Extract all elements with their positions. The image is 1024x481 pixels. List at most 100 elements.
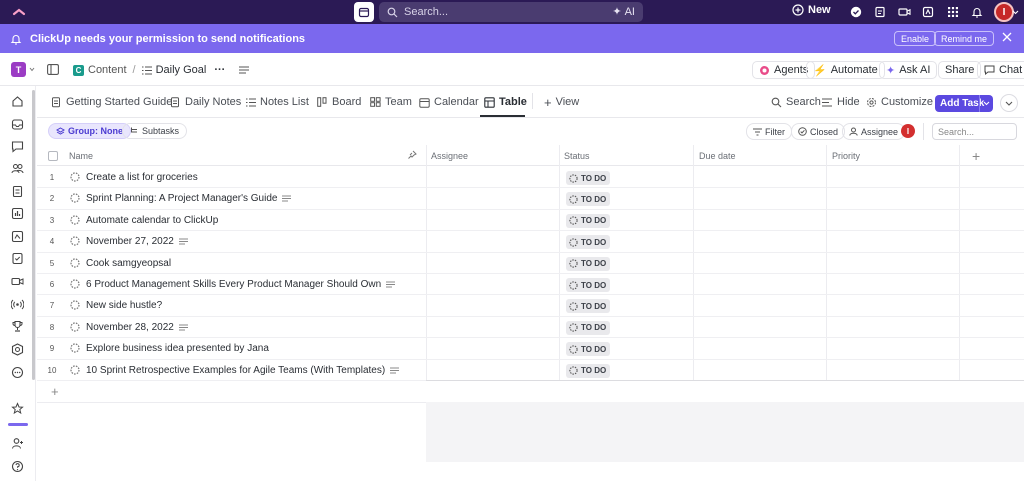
table-row[interactable]: 1 Create a list for groceries TO DO (37, 167, 1024, 189)
clips-icon[interactable] (11, 275, 25, 289)
global-search-input[interactable]: Search... ✦ AI (379, 2, 643, 22)
status-badge[interactable]: TO DO (566, 256, 611, 271)
tab-team[interactable]: Team (370, 96, 412, 108)
customize-button[interactable]: Customize (866, 96, 933, 108)
sidebar-scrollbar[interactable] (32, 90, 35, 380)
status-badge[interactable]: TO DO (566, 363, 611, 378)
assignee-button[interactable]: Assignee (842, 123, 906, 140)
status-circle-icon[interactable] (70, 364, 80, 375)
whiteboards-icon[interactable] (11, 230, 25, 244)
breadcrumb-list[interactable]: Daily Goal (156, 64, 207, 76)
task-name-text[interactable]: November 27, 2022 (86, 236, 174, 247)
column-header-priority[interactable]: Priority (832, 151, 860, 161)
tab-calendar[interactable]: Calendar (419, 96, 479, 108)
menu-lines-icon[interactable] (239, 66, 250, 74)
task-name[interactable]: Cook samgyeopsal (86, 258, 171, 269)
pulse-icon[interactable] (11, 298, 25, 312)
task-name[interactable]: Sprint Planning: A Project Manager's Gui… (86, 193, 292, 204)
collapse-toolbar-button[interactable] (1000, 94, 1018, 112)
pin-icon[interactable] (407, 150, 417, 160)
task-name-text[interactable]: 6 Product Management Skills Every Produc… (86, 279, 381, 290)
hide-button[interactable]: Hide (822, 96, 860, 108)
workspace-avatar[interactable]: T (11, 62, 26, 77)
task-name[interactable]: November 28, 2022 (86, 322, 188, 333)
task-name[interactable]: Automate calendar to ClickUp (86, 215, 218, 226)
docs-icon[interactable] (921, 5, 935, 19)
status-circle-icon[interactable] (70, 236, 80, 246)
chevron-down-icon[interactable] (1011, 5, 1019, 19)
status-circle-icon[interactable] (70, 215, 80, 225)
column-header-status[interactable]: Status (564, 151, 590, 161)
sidebar-toggle-icon[interactable] (47, 64, 59, 75)
teams-icon[interactable] (11, 162, 25, 176)
favorites-star-icon[interactable] (11, 402, 25, 416)
check-circle-icon[interactable] (849, 5, 863, 19)
help-icon[interactable] (11, 460, 25, 474)
add-view-button[interactable]: + View (544, 96, 579, 109)
task-name-text[interactable]: Sprint Planning: A Project Manager's Gui… (86, 193, 277, 204)
breadcrumb-space[interactable]: Content (88, 64, 127, 76)
tab-getting-started-guide[interactable]: Getting Started Guide (51, 96, 172, 108)
table-search-input[interactable]: Search... (932, 123, 1017, 140)
remind-me-button[interactable]: Remind me (934, 31, 995, 46)
task-name-text[interactable]: Create a list for groceries (86, 172, 198, 183)
tab-notes-list[interactable]: Notes List (246, 96, 309, 108)
table-row[interactable]: 10 10 Sprint Retrospective Examples for A… (37, 360, 1024, 381)
column-header-name[interactable]: Name (69, 151, 93, 161)
task-name[interactable]: 6 Product Management Skills Every Produc… (86, 279, 396, 290)
task-name[interactable]: 10 Sprint Retrospective Examples for Agi… (86, 365, 400, 376)
apps-grid-icon[interactable] (946, 5, 960, 19)
task-name-text[interactable]: November 28, 2022 (86, 322, 174, 333)
tab-table[interactable]: Table (484, 96, 527, 108)
tab-board[interactable]: Board (317, 96, 361, 108)
filter-button[interactable]: Filter (746, 123, 792, 140)
task-name[interactable]: New side hustle? (86, 300, 162, 311)
enable-button[interactable]: Enable (894, 31, 937, 46)
ask-ai-button[interactable]: ✦ Ask AI (879, 61, 938, 79)
subtasks-chip[interactable]: Subtasks (122, 123, 188, 139)
table-row[interactable]: 6 6 Product Management Skills Every Produ… (37, 274, 1024, 296)
task-name-text[interactable]: 10 Sprint Retrospective Examples for Agi… (86, 365, 385, 376)
add-task-button[interactable]: Add Task (935, 95, 993, 112)
tab-daily-notes[interactable]: Daily Notes (170, 96, 241, 108)
table-row[interactable]: 4 November 27, 2022 TO DO (37, 231, 1024, 253)
task-name-text[interactable]: Automate calendar to ClickUp (86, 215, 218, 226)
ai-button[interactable]: ✦ AI (612, 5, 635, 19)
task-name-text[interactable]: Cook samgyeopsal (86, 258, 171, 269)
goals-trophy-icon[interactable] (11, 320, 25, 334)
column-header-assignee[interactable]: Assignee (431, 151, 468, 161)
assignee-avatar[interactable]: I (901, 124, 915, 138)
task-name[interactable]: Create a list for groceries (86, 172, 198, 183)
notepad-icon[interactable] (873, 5, 887, 19)
column-header-due-date[interactable]: Due date (699, 151, 736, 161)
task-name[interactable]: November 27, 2022 (86, 236, 188, 247)
closed-button[interactable]: Closed (791, 123, 846, 140)
invite-user-icon[interactable] (11, 437, 25, 451)
chevron-down-icon[interactable] (29, 67, 35, 72)
group-by-chip[interactable]: Group: None (48, 123, 131, 139)
status-badge[interactable]: TO DO (566, 192, 611, 207)
status-badge[interactable]: TO DO (566, 299, 611, 314)
table-row[interactable]: 2 Sprint Planning: A Project Manager's Gu… (37, 188, 1024, 210)
status-badge[interactable]: TO DO (566, 235, 611, 250)
table-row[interactable]: 9 Explore business idea presented by Jana… (37, 338, 1024, 360)
calendar-icon[interactable] (354, 2, 374, 22)
add-column-button[interactable]: + (972, 148, 980, 164)
inbox-icon[interactable] (11, 118, 25, 132)
docs-icon[interactable] (11, 185, 25, 199)
status-badge[interactable]: TO DO (566, 171, 611, 185)
status-circle-icon[interactable] (70, 322, 80, 332)
home-icon[interactable] (11, 95, 25, 109)
task-name-text[interactable]: New side hustle? (86, 300, 162, 311)
timesheet-icon[interactable] (11, 343, 25, 357)
status-circle-icon[interactable] (70, 343, 80, 353)
close-icon[interactable] (1002, 32, 1012, 42)
status-circle-icon[interactable] (70, 279, 80, 289)
add-row-button[interactable]: + (51, 384, 59, 399)
automate-button[interactable]: ⚡ Automate (806, 61, 885, 79)
table-row[interactable]: 3 Automate calendar to ClickUp TO DO (37, 210, 1024, 232)
status-badge[interactable]: TO DO (566, 342, 611, 357)
table-row[interactable]: 8 November 28, 2022 TO DO (37, 317, 1024, 339)
status-badge[interactable]: TO DO (566, 213, 611, 228)
status-circle-icon[interactable] (70, 257, 80, 268)
